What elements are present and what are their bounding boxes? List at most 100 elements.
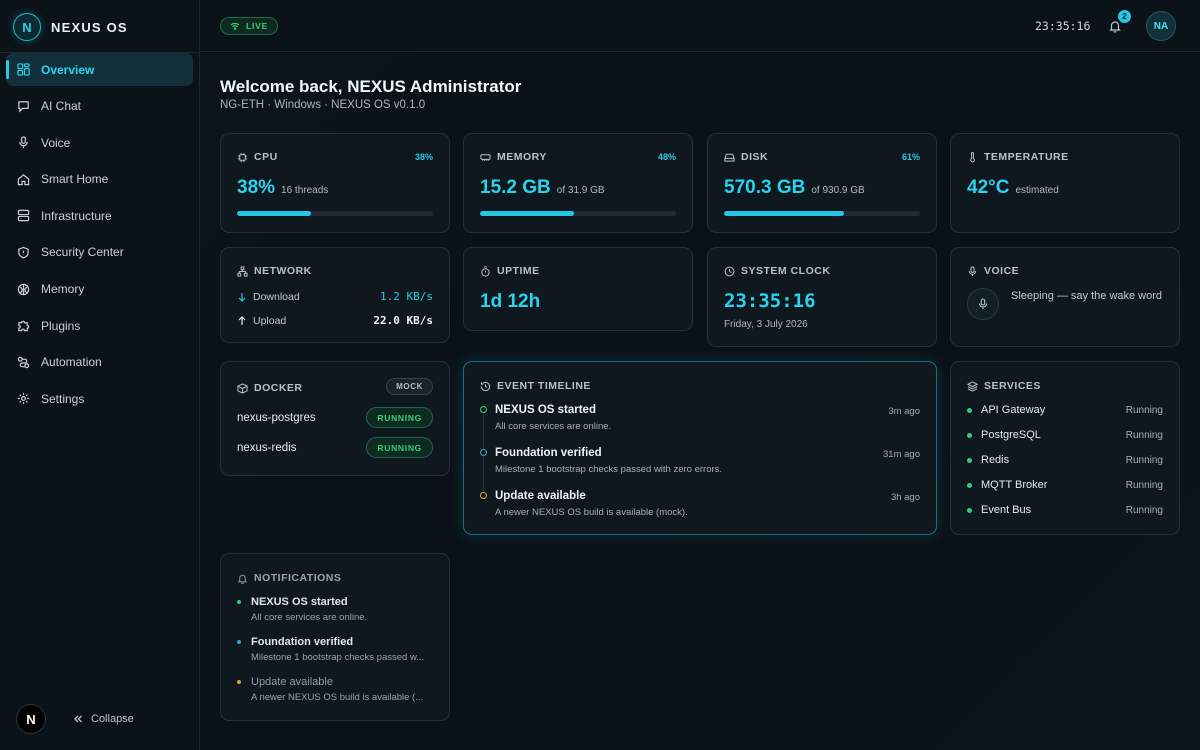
service-status: Running: [1125, 404, 1163, 416]
disk-card: DISK 61% 570.3 GB of 930.9 GB: [707, 133, 937, 233]
timeline-event: Foundation verified Milestone 1 bootstra…: [480, 447, 920, 477]
puzzle-icon: [18, 320, 30, 332]
avatar[interactable]: NA: [1146, 11, 1176, 41]
service-name: Redis: [981, 454, 1010, 466]
sidebar-item-plugins[interactable]: Plugins: [6, 309, 193, 342]
service-status: Running: [1125, 454, 1163, 466]
status-dot: [967, 507, 972, 513]
download-value: 1.2 KB/s: [380, 290, 433, 303]
sidebar-footer: N Collapse: [16, 704, 134, 734]
card-title: NOTIFICATIONS: [254, 572, 342, 584]
container-row: nexus-redis RUNNING: [237, 437, 433, 458]
uptime-card: UPTIME 1d 12h: [463, 247, 693, 331]
sidebar-item-label: Voice: [41, 135, 71, 150]
chat-icon: [18, 100, 29, 113]
sidebar-item-settings[interactable]: Settings: [6, 382, 193, 415]
arrow-up-icon: [238, 315, 246, 325]
sidebar-item-label: Plugins: [41, 318, 81, 333]
event-time: 3h ago: [890, 492, 920, 503]
service-row: API Gateway Running: [967, 404, 1163, 416]
sidebar-item-security-center[interactable]: Security Center: [6, 236, 193, 269]
disk-total: of 930.9 GB: [811, 185, 865, 196]
uptime-value: 1d 12h: [480, 291, 541, 312]
sidebar-item-voice[interactable]: Voice: [6, 126, 193, 159]
shield-icon: [18, 246, 29, 259]
temperature-reading: 42°C estimated: [967, 177, 1059, 199]
main-content: Welcome back, NEXUS Administrator NG-ETH…: [200, 53, 1200, 750]
timeline-dot: [480, 449, 487, 456]
notification-item[interactable]: NEXUS OS started All core services are o…: [237, 596, 435, 626]
card-header: DISK: [724, 151, 768, 163]
network-card: NETWORK Download 1.2 KB/s Upload 22.0 KB…: [220, 247, 450, 343]
layers-icon: [967, 380, 978, 392]
download-label: Download: [253, 290, 300, 303]
service-name: API Gateway: [981, 404, 1046, 416]
card-title: TEMPERATURE: [984, 151, 1069, 163]
workflow-icon: [17, 356, 30, 368]
card-title: DOCKER: [254, 382, 303, 394]
disk-value: 570.3 GB: [724, 177, 806, 198]
disk-usage-bar: [724, 211, 920, 216]
history-icon: [480, 381, 491, 391]
container-row: nexus-postgres RUNNING: [237, 407, 433, 428]
mic-icon: [19, 136, 28, 149]
card-header: MEMORY: [480, 151, 547, 163]
notification-item[interactable]: Foundation verified Milestone 1 bootstra…: [237, 636, 435, 666]
service-row: PostgreSQL Running: [967, 429, 1163, 441]
status-badge: RUNNING: [366, 437, 433, 458]
page-title: Welcome back, NEXUS Administrator: [220, 77, 522, 96]
notifications-card: NOTIFICATIONS NEXUS OS started All core …: [220, 553, 450, 721]
service-status: Running: [1125, 504, 1163, 516]
notification-item[interactable]: Update available A newer NEXUS OS build …: [237, 676, 435, 706]
collapse-button[interactable]: Collapse: [73, 713, 134, 725]
live-label: LIVE: [246, 21, 269, 31]
timer-icon: [481, 265, 490, 277]
card-title: SYSTEM CLOCK: [741, 265, 831, 277]
memory-chip-icon: [480, 153, 491, 161]
voice-status: Sleeping — say the wake word: [1011, 290, 1163, 302]
memory-usage-bar: [480, 211, 676, 216]
event-description: All core services are online.: [495, 421, 612, 432]
upload-label: Upload: [253, 314, 287, 327]
card-header: UPTIME: [480, 265, 540, 277]
status-dot: [967, 407, 972, 413]
memory-value: 15.2 GB: [480, 177, 551, 198]
docker-card: DOCKER MOCK nexus-postgres RUNNING nexus…: [220, 361, 450, 476]
notification-title: Foundation verified: [251, 636, 354, 648]
sidebar-item-overview[interactable]: Overview: [6, 53, 193, 86]
sidebar-item-automation[interactable]: Automation: [6, 346, 193, 379]
card-header: TEMPERATURE: [967, 151, 1069, 163]
sidebar-nav: Overview AI Chat Voice Smart Home Infras…: [6, 53, 193, 419]
collapse-label: Collapse: [91, 713, 134, 725]
cpu-value: 38%: [237, 177, 276, 198]
sidebar-item-label: Automation: [41, 355, 102, 370]
container-name: nexus-postgres: [237, 411, 316, 424]
uptime-reading: 1d 12h: [480, 291, 540, 313]
upload-value: 22.0 KB/s: [373, 314, 433, 327]
sidebar-item-infrastructure[interactable]: Infrastructure: [6, 199, 193, 232]
cpu-card: CPU 38% 38% 16 threads: [220, 133, 450, 233]
bar-fill: [724, 211, 844, 216]
sidebar-item-ai-chat[interactable]: AI Chat: [6, 90, 193, 123]
sidebar-item-memory[interactable]: Memory: [6, 273, 193, 306]
card-title: DISK: [741, 151, 769, 163]
brain-icon: [17, 283, 30, 295]
framework-badge[interactable]: N: [16, 704, 46, 734]
page-subtitle: NG-ETH · Windows · NEXUS OS v0.1.0: [220, 99, 426, 111]
sidebar-item-smart-home[interactable]: Smart Home: [6, 163, 193, 196]
card-title: CPU: [254, 151, 278, 163]
brand[interactable]: N NEXUS OS: [13, 12, 128, 42]
topbar-clock: 23:35:16: [1035, 19, 1091, 33]
service-name: Event Bus: [981, 504, 1032, 516]
sidebar: N NEXUS OS Overview AI Chat Voice Smart …: [0, 0, 200, 750]
card-title: SERVICES: [984, 380, 1041, 392]
card-header: CPU: [237, 151, 278, 163]
wifi-icon: [230, 22, 240, 30]
notification-description: A newer NEXUS OS build is available (...: [251, 692, 424, 703]
event-time: 31m ago: [883, 449, 920, 460]
live-badge: LIVE: [220, 17, 279, 35]
voice-mic-button[interactable]: [967, 288, 999, 320]
sidebar-item-label: Smart Home: [41, 172, 109, 187]
home-icon: [17, 173, 30, 185]
sidebar-item-label: Infrastructure: [41, 208, 112, 223]
